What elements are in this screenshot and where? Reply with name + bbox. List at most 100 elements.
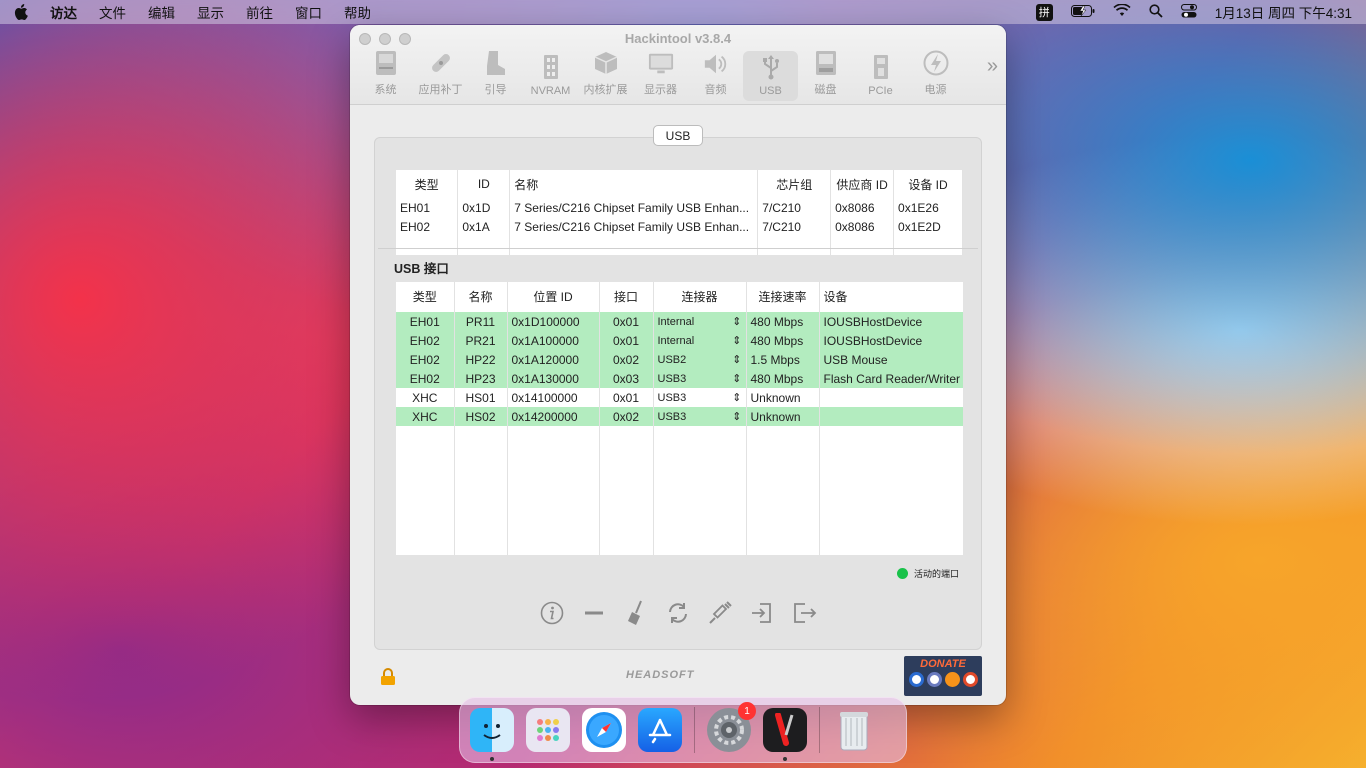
inject-syringe-button[interactable] (706, 599, 734, 627)
col-header[interactable]: 类型 (396, 282, 455, 310)
wifi-icon[interactable] (1113, 3, 1131, 20)
cell: XHC (396, 388, 455, 407)
tab-patch[interactable]: 应用补丁 (413, 51, 468, 101)
col-header[interactable]: 连接速率 (746, 282, 820, 310)
toolbar-overflow-chevron-icon[interactable]: » (987, 55, 998, 78)
donate-button[interactable]: DONATE (904, 656, 982, 696)
table-row[interactable]: XHC HS02 0x14200000 0x02 USB3 ⇕ Unknown (396, 407, 963, 426)
table-row[interactable]: EH01 PR11 0x1D100000 0x01 Internal ⇕ 480 … (396, 312, 963, 331)
table-row[interactable]: EH02 HP22 0x1A120000 0x02 USB2 ⇕ 1.5 Mbps… (396, 350, 963, 369)
dock-finder-icon[interactable] (470, 708, 514, 761)
table-row[interactable]: EH02 0x1A 7 Series/C216 Chipset Family U… (396, 217, 963, 236)
tab-system[interactable]: 系统 (358, 51, 413, 101)
input-method-icon[interactable]: 拼 (1035, 3, 1053, 21)
clear-broom-button[interactable] (622, 599, 650, 627)
remove-button[interactable] (580, 599, 608, 627)
menu-go[interactable]: 前往 (246, 2, 273, 22)
tab-display[interactable]: 显示器 (633, 51, 688, 101)
action-bar (538, 599, 818, 627)
connector-select[interactable]: USB2 ⇕ (653, 350, 747, 369)
menu-window[interactable]: 窗口 (295, 2, 322, 22)
import-button[interactable] (748, 599, 776, 627)
bandage-icon (428, 50, 454, 76)
col-header[interactable]: 接口 (599, 282, 654, 310)
export-button[interactable] (790, 599, 818, 627)
col-header[interactable]: 芯片组 (757, 170, 832, 198)
menu-edit[interactable]: 编辑 (148, 2, 175, 22)
col-header[interactable]: 设备 (819, 282, 963, 310)
table-row[interactable]: EH02 HP23 0x1A130000 0x03 USB3 ⇕ 480 Mbps… (396, 369, 963, 388)
dock-app-store-icon[interactable] (638, 708, 682, 752)
cell: XHC (396, 407, 455, 426)
col-header[interactable]: 供应商 ID (830, 170, 895, 198)
nvram-chip-icon (538, 54, 564, 80)
cell: IOUSBHostDevice (819, 331, 963, 350)
tab-boot[interactable]: 引导 (468, 51, 523, 101)
dock: 1 (459, 697, 907, 763)
tab-nvram-label: NVRAM (530, 85, 571, 97)
crypto-coin-icon (962, 672, 978, 687)
dock-divider (819, 707, 820, 753)
cell: 480 Mbps (746, 312, 820, 331)
lock-icon[interactable] (380, 668, 396, 689)
col-header[interactable]: 类型 (396, 170, 459, 198)
apple-menu-icon[interactable] (14, 4, 28, 20)
table-header-row: 类型 名称 位置 ID 接口 连接器 连接速率 设备 (396, 282, 963, 310)
table-row[interactable]: EH02 PR21 0x1A100000 0x01 Internal ⇕ 480 … (396, 331, 963, 350)
dock-divider (694, 707, 695, 753)
connector-select[interactable]: Internal ⇕ (653, 312, 747, 331)
stepper-chevrons-icon: ⇕ (732, 411, 742, 423)
cell (819, 388, 963, 407)
connector-select[interactable]: USB3 ⇕ (653, 369, 747, 388)
col-header[interactable]: ID (457, 170, 511, 198)
dock-safari-icon[interactable] (582, 708, 626, 752)
running-indicator (490, 757, 494, 761)
tab-audio[interactable]: 音频 (688, 51, 743, 101)
donate-label: DONATE (920, 658, 966, 670)
tab-disk[interactable]: 磁盘 (798, 51, 853, 101)
dock-launchpad-icon[interactable] (526, 708, 570, 752)
table-row[interactable]: EH01 0x1D 7 Series/C216 Chipset Family U… (396, 198, 963, 217)
control-center-icon[interactable] (1180, 3, 1197, 21)
usb-ports-table-container[interactable]: 类型 名称 位置 ID 接口 连接器 连接速率 设备 EH01 PR11 0x1… (396, 282, 963, 555)
cell: HS01 (454, 388, 508, 407)
running-indicator (783, 757, 787, 761)
cell: 0x14200000 (507, 407, 600, 426)
col-header[interactable]: 名称 (509, 170, 759, 198)
tab-kext[interactable]: 内核扩展 (578, 51, 633, 101)
refresh-button[interactable] (664, 599, 692, 627)
menu-file[interactable]: 文件 (99, 2, 126, 22)
ethereum-icon (926, 672, 942, 687)
col-header[interactable]: 名称 (454, 282, 508, 310)
menu-finder[interactable]: 访达 (50, 2, 77, 22)
stepper-chevrons-icon: ⇕ (732, 392, 742, 404)
col-header[interactable]: 位置 ID (507, 282, 600, 310)
section-pill: USB (653, 125, 703, 146)
col-header[interactable]: 设备 ID (893, 170, 963, 198)
col-header[interactable]: 连接器 (653, 282, 747, 310)
monitor-icon (648, 51, 674, 76)
connector-select[interactable]: USB3 ⇕ (653, 407, 747, 426)
tab-nvram[interactable]: NVRAM (523, 51, 578, 101)
info-button[interactable] (538, 599, 566, 627)
menubar-clock[interactable]: 1月13日 周四 下午4:31 (1215, 2, 1352, 22)
spotlight-search-icon[interactable] (1149, 3, 1163, 21)
tab-usb[interactable]: USB (743, 51, 798, 101)
connector-select[interactable]: USB3 ⇕ (653, 388, 747, 407)
cell: HP22 (454, 350, 508, 369)
connector-value: USB3 (657, 391, 687, 404)
connector-select[interactable]: Internal ⇕ (653, 331, 747, 350)
stepper-chevrons-icon: ⇕ (732, 335, 742, 347)
menu-help[interactable]: 帮助 (344, 2, 371, 22)
dock-hackintool-icon[interactable] (763, 708, 807, 761)
cell: 0x1A130000 (507, 369, 600, 388)
battery-icon[interactable] (1070, 4, 1095, 20)
cell: 7 Series/C216 Chipset Family USB Enhan..… (509, 198, 759, 217)
table-row[interactable]: XHC HS01 0x14100000 0x01 USB3 ⇕ Unknown (396, 388, 963, 407)
dock-trash-icon[interactable] (832, 708, 876, 752)
cell: 0x1A120000 (507, 350, 600, 369)
dock-system-preferences-icon[interactable]: 1 (707, 702, 756, 752)
tab-power[interactable]: 电源 (908, 50, 963, 101)
menu-view[interactable]: 显示 (197, 2, 224, 22)
tab-pcie[interactable]: PCIe (853, 51, 908, 101)
